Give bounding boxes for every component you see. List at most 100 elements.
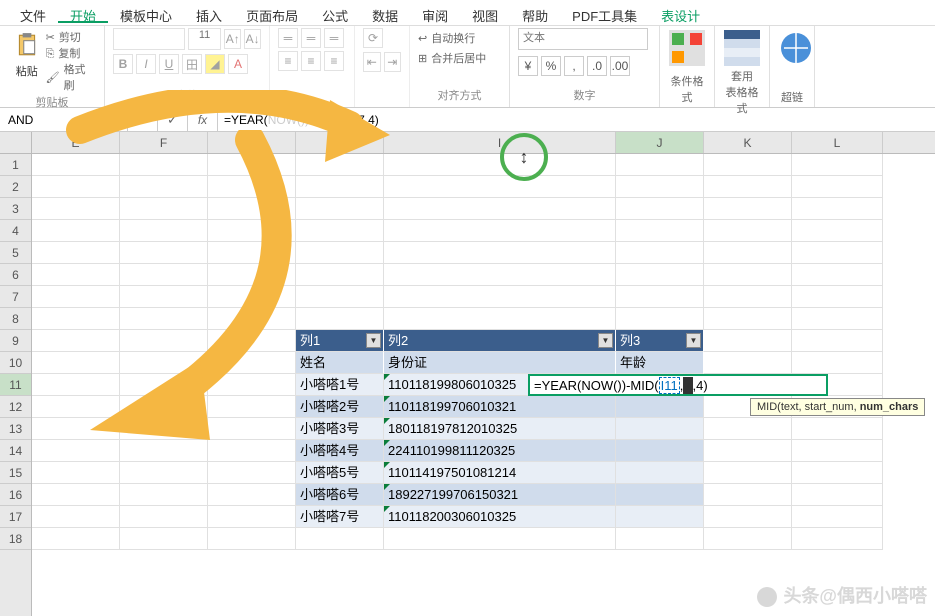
fx-icon[interactable]: fx [188, 108, 218, 131]
row-header-7[interactable]: 7 [0, 286, 31, 308]
orientation-button[interactable]: ⟳ [363, 28, 383, 48]
cell-F17[interactable] [120, 506, 208, 528]
cell-H4[interactable] [296, 220, 384, 242]
row-header-16[interactable]: 16 [0, 484, 31, 506]
border-button[interactable]: 田 [182, 54, 202, 74]
cell-J8[interactable] [616, 308, 704, 330]
align-bottom-button[interactable]: ═ [324, 28, 344, 48]
cell-G15[interactable] [208, 462, 296, 484]
cell-L17[interactable] [792, 506, 883, 528]
cell-J12[interactable] [616, 396, 704, 418]
menu-tabledesign[interactable]: 表设计 [649, 2, 712, 23]
row-header-13[interactable]: 13 [0, 418, 31, 440]
cell-G14[interactable] [208, 440, 296, 462]
cell-H13[interactable]: 小嗒嗒3号 [296, 418, 384, 440]
cell-E16[interactable] [32, 484, 120, 506]
cell-H14[interactable]: 小嗒嗒4号 [296, 440, 384, 462]
cell-I10[interactable]: 身份证 [384, 352, 616, 374]
table-format-group[interactable]: 套用 表格格式 [715, 26, 770, 107]
cell-L3[interactable] [792, 198, 883, 220]
cell-J13[interactable] [616, 418, 704, 440]
cell-E10[interactable] [32, 352, 120, 374]
row-header-12[interactable]: 12 [0, 396, 31, 418]
align-left-button[interactable]: ≡ [278, 51, 298, 71]
active-cell[interactable]: =YEAR(NOW())-MID(I11,7,4) [528, 374, 828, 396]
cell-J17[interactable] [616, 506, 704, 528]
cell-J6[interactable] [616, 264, 704, 286]
menu-data[interactable]: 数据 [360, 2, 410, 23]
cell-J16[interactable] [616, 484, 704, 506]
col-header-H[interactable]: H [296, 132, 384, 153]
cell-L9[interactable] [792, 330, 883, 352]
cell-L7[interactable] [792, 286, 883, 308]
cell-F11[interactable] [120, 374, 208, 396]
cell-L16[interactable] [792, 484, 883, 506]
cell-J7[interactable] [616, 286, 704, 308]
italic-button[interactable]: I [136, 54, 156, 74]
cell-I16[interactable]: 189227199706150321 [384, 484, 616, 506]
cell-I3[interactable] [384, 198, 616, 220]
cell-L13[interactable] [792, 418, 883, 440]
cell-G13[interactable] [208, 418, 296, 440]
cell-E3[interactable] [32, 198, 120, 220]
cell-I15[interactable]: 110114197501081214 [384, 462, 616, 484]
number-format-select[interactable]: 文本 [518, 28, 648, 50]
wrap-text-button[interactable]: ↩自动换行 [418, 28, 501, 48]
bold-button[interactable]: B [113, 54, 133, 74]
cell-K18[interactable] [704, 528, 792, 550]
cell-H17[interactable]: 小嗒嗒7号 [296, 506, 384, 528]
cell-E8[interactable] [32, 308, 120, 330]
cell-H15[interactable]: 小嗒嗒5号 [296, 462, 384, 484]
cell-I6[interactable] [384, 264, 616, 286]
cell-F15[interactable] [120, 462, 208, 484]
decrease-decimal-button[interactable]: .00 [610, 56, 630, 76]
cell-E1[interactable] [32, 154, 120, 176]
cell-G11[interactable] [208, 374, 296, 396]
cell-L5[interactable] [792, 242, 883, 264]
cell-K2[interactable] [704, 176, 792, 198]
cell-H9[interactable]: 列1▼ [296, 330, 384, 352]
cell-G12[interactable] [208, 396, 296, 418]
cell-E15[interactable] [32, 462, 120, 484]
cell-H18[interactable] [296, 528, 384, 550]
cell-I8[interactable] [384, 308, 616, 330]
cell-F10[interactable] [120, 352, 208, 374]
cell-F14[interactable] [120, 440, 208, 462]
align-top-button[interactable]: ═ [278, 28, 298, 48]
align-right-button[interactable]: ≡ [324, 51, 344, 71]
row-header-3[interactable]: 3 [0, 198, 31, 220]
cell-E2[interactable] [32, 176, 120, 198]
cell-K3[interactable] [704, 198, 792, 220]
cell-I5[interactable] [384, 242, 616, 264]
cell-H12[interactable]: 小嗒嗒2号 [296, 396, 384, 418]
row-header-10[interactable]: 10 [0, 352, 31, 374]
col-header-G[interactable]: G [208, 132, 296, 153]
row-header-17[interactable]: 17 [0, 506, 31, 528]
select-all-corner[interactable] [0, 132, 32, 153]
cell-H11[interactable]: 小嗒嗒1号 [296, 374, 384, 396]
cell-F2[interactable] [120, 176, 208, 198]
cell-F6[interactable] [120, 264, 208, 286]
row-header-15[interactable]: 15 [0, 462, 31, 484]
cell-H3[interactable] [296, 198, 384, 220]
cell-J1[interactable] [616, 154, 704, 176]
cell-H8[interactable] [296, 308, 384, 330]
menu-help[interactable]: 帮助 [510, 2, 560, 23]
cell-H5[interactable] [296, 242, 384, 264]
cell-L18[interactable] [792, 528, 883, 550]
cell-L10[interactable] [792, 352, 883, 374]
cell-H10[interactable]: 姓名 [296, 352, 384, 374]
cut-button[interactable]: ✂剪切 [46, 30, 96, 46]
currency-button[interactable]: ¥ [518, 56, 538, 76]
cell-I14[interactable]: 224110199811120325 [384, 440, 616, 462]
cell-G7[interactable] [208, 286, 296, 308]
cell-J3[interactable] [616, 198, 704, 220]
menu-layout[interactable]: 页面布局 [234, 2, 310, 23]
cell-J5[interactable] [616, 242, 704, 264]
increase-indent-button[interactable]: ⇥ [384, 52, 402, 72]
cell-J2[interactable] [616, 176, 704, 198]
cell-L2[interactable] [792, 176, 883, 198]
cell-I17[interactable]: 110118200306010325 [384, 506, 616, 528]
col-header-F[interactable]: F [120, 132, 208, 153]
cell-G10[interactable] [208, 352, 296, 374]
